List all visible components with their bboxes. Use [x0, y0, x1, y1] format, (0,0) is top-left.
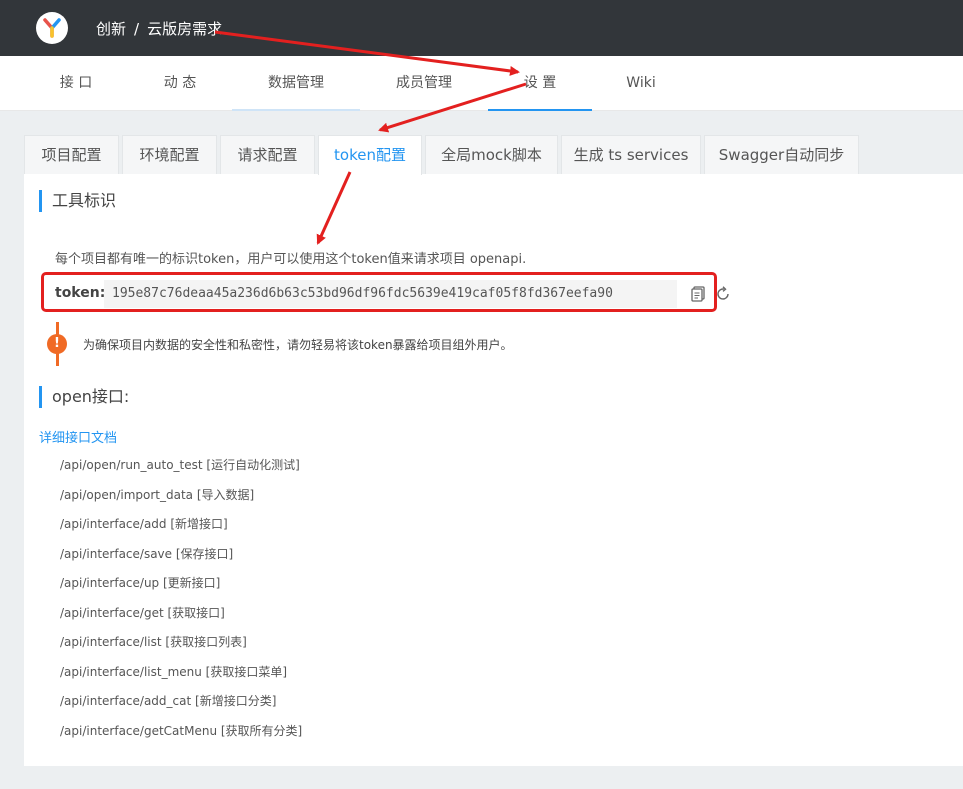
- list-item: /api/interface/get [获取接口]: [60, 605, 225, 620]
- warning-text: 为确保项目内数据的安全性和私密性，请勿轻易将该token暴露给项目组外用户。: [83, 338, 513, 352]
- breadcrumb-project[interactable]: 云版房需求: [147, 20, 222, 38]
- tab-mock-script[interactable]: 全局mock脚本: [425, 135, 558, 174]
- list-item: /api/interface/list_menu [获取接口菜单]: [60, 664, 288, 679]
- nav-item-interface[interactable]: 接 口: [44, 56, 108, 111]
- project-nav: 接 口 动 态 数据管理 成员管理 设 置 Wiki: [0, 56, 963, 111]
- tab-request-config[interactable]: 请求配置: [220, 135, 315, 174]
- token-section-title: 工具标识: [39, 190, 116, 212]
- list-item: /api/interface/add_cat [新增接口分类]: [60, 694, 277, 708]
- breadcrumb: 创新 / 云版房需求: [96, 18, 222, 39]
- settings-tabs: 项目配置 环境配置 请求配置 token配置 全局mock脚本 生成 ts se…: [24, 134, 963, 175]
- token-highlight-box: [41, 272, 717, 312]
- settings-card: 项目配置 环境配置 请求配置 token配置 全局mock脚本 生成 ts se…: [24, 134, 963, 766]
- logo-icon: [43, 18, 61, 38]
- warning-icon: !: [47, 334, 67, 354]
- list-item: /api/interface/up [更新接口]: [60, 576, 221, 590]
- nav-item-activity[interactable]: 动 态: [148, 56, 212, 111]
- tab-project-config[interactable]: 项目配置: [24, 135, 119, 174]
- list-item: /api/interface/save [保存接口]: [60, 546, 234, 561]
- nav-item-settings[interactable]: 设 置: [488, 56, 592, 111]
- list-item: /api/open/import_data [导入数据]: [60, 487, 255, 502]
- list-item: /api/interface/getCatMenu [获取所有分类]: [60, 723, 303, 738]
- token-description: 每个项目都有唯一的标识token，用户可以使用这个token值来请求项目 ope…: [55, 252, 527, 267]
- nav-item-members[interactable]: 成员管理: [392, 56, 456, 111]
- list-item: /api/interface/list [获取接口列表]: [60, 635, 247, 649]
- tab-swagger-sync[interactable]: Swagger自动同步: [704, 135, 859, 174]
- top-bar: 创新 / 云版房需求: [0, 0, 963, 56]
- app-logo[interactable]: [36, 12, 68, 44]
- open-api-list: /api/open/run_auto_test [运行自动化测试] /api/o…: [60, 456, 302, 751]
- breadcrumb-separator: /: [134, 20, 140, 38]
- tab-env-config[interactable]: 环境配置: [122, 135, 217, 174]
- list-item: /api/interface/add [新增接口]: [60, 517, 228, 531]
- tab-token-config[interactable]: token配置: [318, 135, 422, 175]
- refresh-icon[interactable]: [715, 286, 731, 302]
- api-doc-link[interactable]: 详细接口文档: [39, 427, 117, 446]
- tab-ts-services[interactable]: 生成 ts services: [561, 135, 701, 174]
- open-api-section-title: open接口:: [39, 386, 129, 408]
- list-item: /api/open/run_auto_test [运行自动化测试]: [60, 458, 300, 472]
- nav-item-data[interactable]: 数据管理: [232, 56, 360, 111]
- breadcrumb-group[interactable]: 创新: [96, 20, 126, 38]
- nav-item-wiki[interactable]: Wiki: [616, 56, 666, 111]
